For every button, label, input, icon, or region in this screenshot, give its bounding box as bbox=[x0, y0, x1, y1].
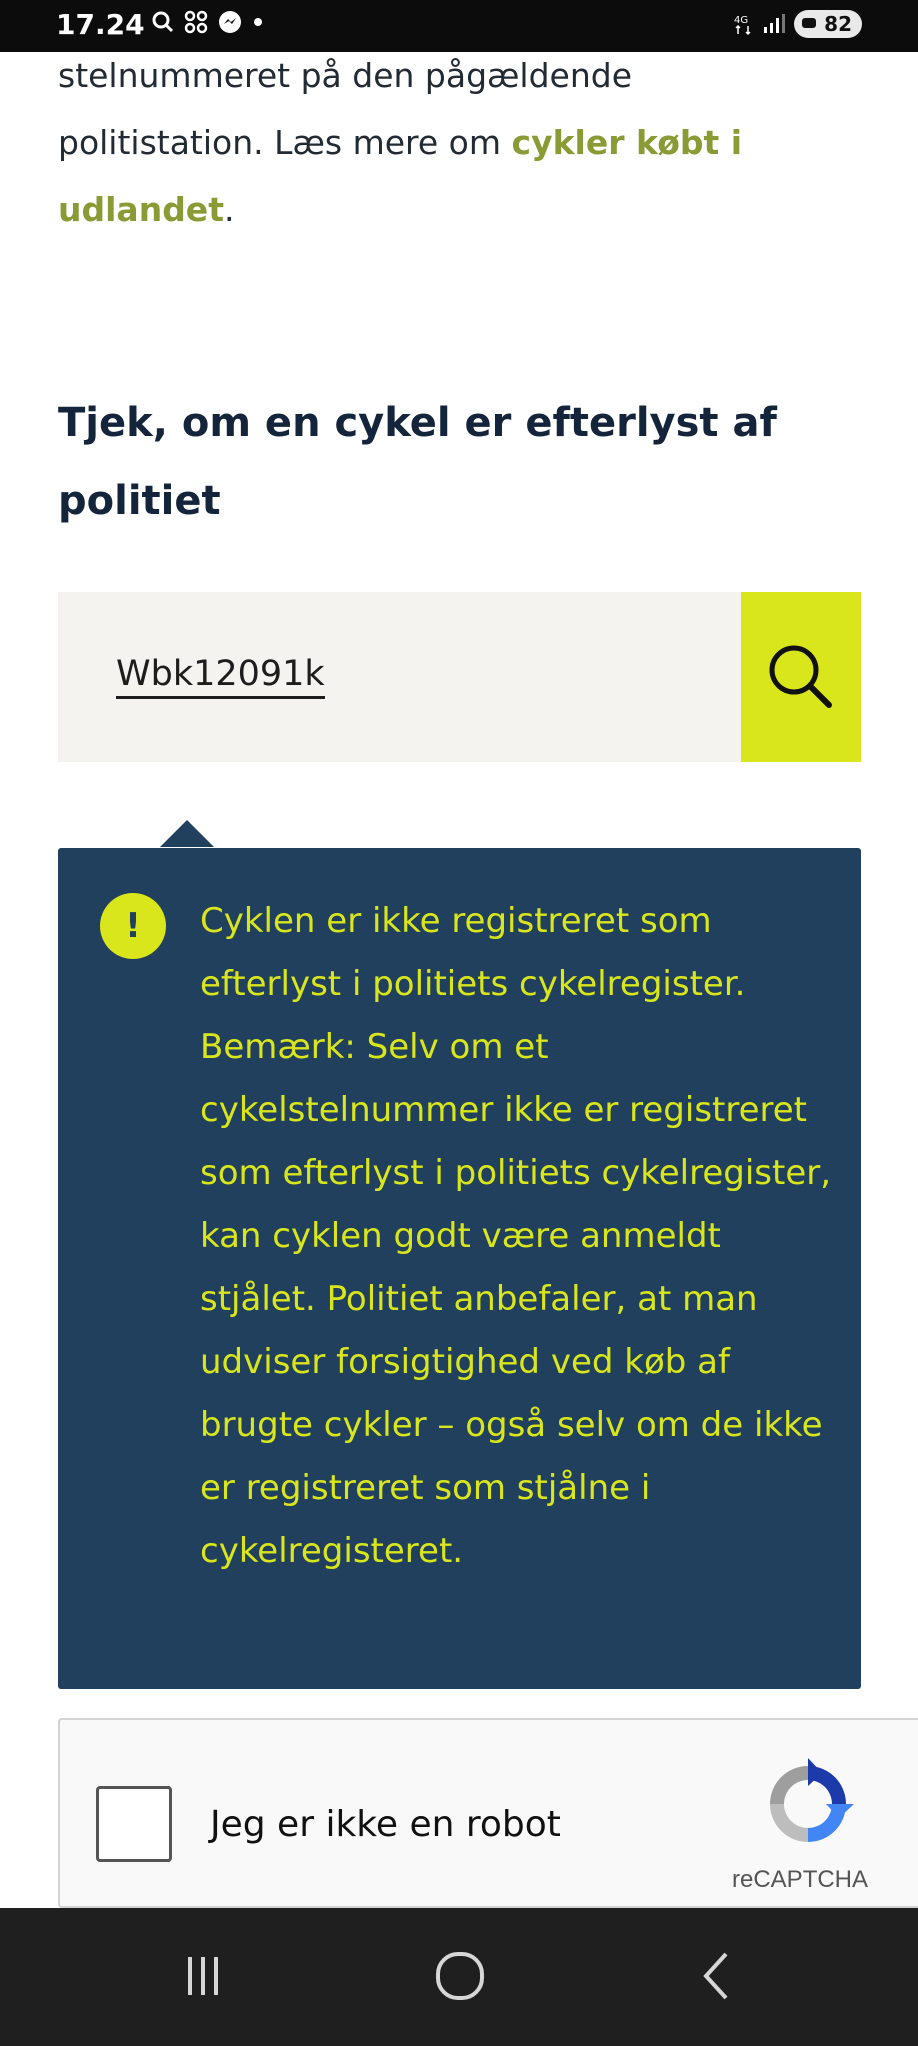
home-icon bbox=[436, 1952, 484, 2000]
dot-icon bbox=[254, 18, 262, 26]
intro-paragraph: stelnummeret på den pågældende politista… bbox=[58, 42, 848, 243]
grid-notification-icon bbox=[184, 10, 208, 34]
back-icon bbox=[703, 1952, 728, 2000]
status-system-icons: 4G 82 bbox=[734, 10, 862, 38]
frame-number-search-field[interactable]: Wbk12091k bbox=[58, 592, 741, 762]
captcha-label: Jeg er ikke en robot bbox=[210, 1804, 561, 1845]
search-notification-icon bbox=[152, 11, 174, 33]
exclamation-icon: ! bbox=[100, 893, 166, 959]
home-button[interactable] bbox=[415, 1936, 505, 2016]
search-result-notice: ! Cyklen er ikke registreret som efterly… bbox=[58, 848, 861, 1689]
section-heading: Tjek, om en cykel er efterlyst af politi… bbox=[58, 400, 777, 524]
notice-pointer bbox=[160, 820, 214, 847]
signal-icon bbox=[764, 14, 786, 33]
recent-apps-button[interactable] bbox=[158, 1936, 248, 2016]
intro-text-end: . bbox=[223, 190, 235, 229]
battery-indicator: 82 bbox=[794, 10, 862, 38]
search-input-value[interactable]: Wbk12091k bbox=[116, 654, 325, 699]
back-button[interactable] bbox=[672, 1936, 762, 2016]
svg-text:4G: 4G bbox=[734, 15, 748, 26]
system-navigation-bar bbox=[0, 1908, 918, 2046]
notice-message: Cyklen er ikke registreret som efterlyst… bbox=[200, 901, 832, 1571]
messenger-icon bbox=[219, 11, 241, 33]
recent-apps-icon bbox=[188, 1957, 218, 1995]
search-button[interactable] bbox=[741, 592, 861, 762]
data-4g-icon: 4G bbox=[734, 15, 751, 36]
search-icon bbox=[769, 645, 832, 708]
recaptcha-brand: reCAPTCHA bbox=[732, 1866, 869, 1893]
recaptcha-logo-icon bbox=[770, 1758, 854, 1842]
recaptcha-widget: Jeg er ikke en robot reCAPTCHA bbox=[58, 1718, 918, 1908]
status-notification-icons bbox=[152, 10, 264, 34]
status-time: 17.24 bbox=[56, 8, 145, 41]
not-robot-checkbox[interactable] bbox=[96, 1786, 172, 1862]
